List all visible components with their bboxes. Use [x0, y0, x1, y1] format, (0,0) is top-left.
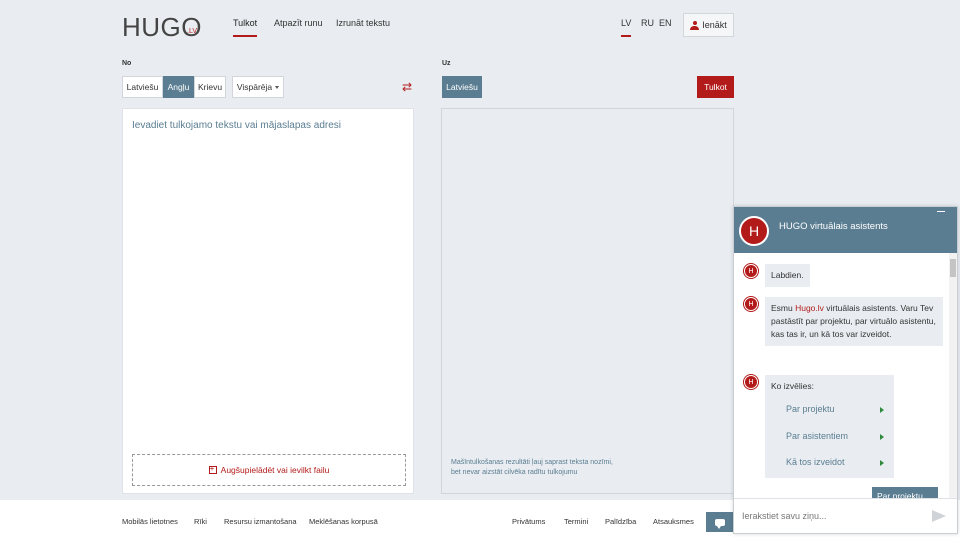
chat-header: H HUGO virtuālais asistents — [734, 207, 957, 253]
chat-scrollbar[interactable] — [949, 253, 957, 498]
logo-suffix: .LV — [187, 28, 197, 35]
source-lang-english[interactable]: Angļu — [163, 76, 194, 98]
lang-switch-ru[interactable]: RU — [641, 18, 654, 28]
bot-avatar-icon: H — [744, 375, 758, 389]
minimize-icon[interactable] — [937, 211, 945, 212]
target-label: Uz — [442, 60, 451, 67]
chat-message-choices: Ko izvēlies: Par projektu Par asistentie… — [765, 375, 894, 478]
choose-prompt: Ko izvēlies: — [771, 381, 814, 391]
source-language-selector: Latviešu Angļu Krievu — [122, 76, 226, 98]
chat-message-intro: Esmu Hugo.lv virtuālais asistents. Varu … — [765, 297, 943, 346]
footer-link-resources[interactable]: Resursu izmantošana — [224, 517, 297, 526]
choice-label: Par projektu — [786, 404, 835, 414]
chat-toggle-button[interactable] — [706, 512, 734, 532]
choice-label: Par asistentiem — [786, 431, 849, 441]
translate-button[interactable]: Tulkot — [697, 76, 734, 98]
footer-link-tools[interactable]: Rīki — [194, 517, 207, 526]
scrollbar-thumb[interactable] — [950, 259, 956, 277]
choice-label: Kā tos izveidot — [786, 457, 845, 467]
bot-avatar-icon: H — [744, 297, 758, 311]
bot-avatar-icon: H — [744, 264, 758, 278]
arrow-right-icon — [880, 459, 884, 466]
user-reply-bubble: Par projektu — [872, 487, 938, 498]
lang-switch-en[interactable]: EN — [659, 18, 672, 28]
footer-link-help[interactable]: Palīdzība — [605, 517, 636, 526]
top-bar: HUGO .LV Tulkot Atpazīt runu Izrunāt tek… — [0, 0, 960, 50]
source-lang-latvian[interactable]: Latviešu — [122, 76, 163, 98]
chat-bubble-icon — [715, 518, 725, 529]
footer-link-corpus-search[interactable]: Meklēšanas korpusā — [309, 517, 378, 526]
source-label: No — [122, 60, 132, 67]
user-icon — [690, 20, 700, 30]
hugo-link[interactable]: Hugo.lv — [795, 303, 824, 313]
footer-link-mobile-apps[interactable]: Mobilās lietotnes — [122, 517, 178, 526]
arrow-right-icon — [880, 406, 884, 413]
upload-label: Augšupielādēt vai ievilkt failu — [220, 465, 330, 475]
chat-messages: H Labdien. H Esmu Hugo.lv virtuālais asi… — [734, 253, 957, 498]
source-lang-russian[interactable]: Krievu — [194, 76, 226, 98]
chat-message-input[interactable] — [742, 509, 922, 523]
chat-title: HUGO virtuālais asistents — [779, 221, 888, 232]
choice-how-to-create[interactable]: Kā tos izveidot — [786, 456, 884, 469]
source-text-area[interactable]: Ievadiet tulkojamo tekstu vai mājaslapas… — [122, 108, 414, 494]
nav-tab-text-to-speech[interactable]: Izrunāt tekstu — [336, 18, 390, 28]
nav-tab-translate[interactable]: Tulkot — [233, 18, 258, 37]
assistant-avatar: H — [739, 216, 769, 246]
choice-about-project[interactable]: Par projektu — [786, 403, 884, 416]
file-upload-dropzone[interactable]: Augšupielādēt vai ievilkt failu — [132, 454, 406, 486]
source-text-placeholder: Ievadiet tulkojamo tekstu vai mājaslapas… — [132, 120, 341, 131]
chat-widget: H HUGO virtuālais asistents H Labdien. H… — [733, 206, 958, 534]
target-lang-latvian[interactable]: Latviešu — [442, 76, 482, 98]
login-label: Ienākt — [702, 20, 727, 30]
arrow-right-icon — [880, 433, 884, 440]
footer-link-privacy[interactable]: Privātums — [512, 517, 545, 526]
chat-input-bar — [734, 498, 957, 533]
machine-translation-note: Mašīntulkošanas rezultāti ļauj saprast t… — [451, 459, 613, 476]
upload-icon — [208, 464, 217, 474]
footer-link-terms[interactable]: Termini — [564, 517, 588, 526]
swap-languages-icon[interactable]: ⇄ — [402, 81, 412, 93]
nav-tab-speech-recognition[interactable]: Atpazīt runu — [274, 18, 323, 28]
target-text-area: Mašīntulkošanas rezultāti ļauj saprast t… — [441, 108, 734, 494]
domain-dropdown-value: Vispārēja — [236, 82, 273, 92]
footer-link-feedback[interactable]: Atsauksmes — [653, 517, 694, 526]
choice-about-assistants[interactable]: Par asistentiem — [786, 430, 884, 443]
intro-text-start: Esmu — [771, 303, 796, 313]
chevron-down-icon — [275, 85, 280, 89]
domain-dropdown[interactable]: Vispārēja — [232, 76, 284, 98]
chat-message-greeting: Labdien. — [765, 264, 810, 287]
lang-switch-lv[interactable]: LV — [621, 18, 632, 37]
login-button[interactable]: Ienākt — [683, 13, 734, 37]
send-icon[interactable] — [932, 510, 946, 522]
